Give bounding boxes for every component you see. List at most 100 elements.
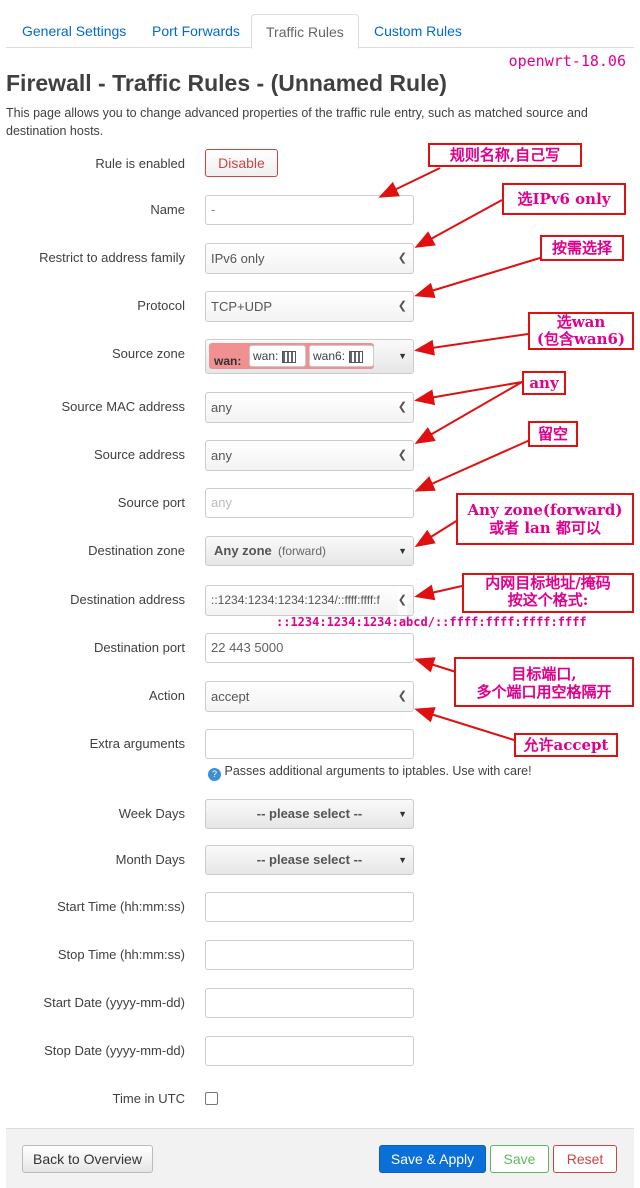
arrow-name (378, 167, 441, 198)
dest-address-select[interactable]: ::1234:1234:1234:1234/::ffff:ffff:f ❮ (205, 585, 414, 616)
source-mac-value: any (211, 400, 232, 415)
action-label: Action (148, 688, 185, 703)
annotation-dest-port-line1: 目标端口, (511, 665, 577, 683)
tab-port-forwards[interactable]: Port Forwards (138, 14, 254, 48)
chevron-down-icon: ❮ (397, 300, 407, 312)
stop-date-input[interactable] (205, 1036, 414, 1066)
annotation-dest-address: 内网目标地址/掩码 按这个格式: (462, 573, 634, 613)
zone-wan-chip: wan: wan: wan6: (209, 343, 374, 369)
start-time-input[interactable] (205, 892, 414, 922)
annotation-source-zone-line1: 选wan (556, 313, 606, 331)
week-days-dropdown[interactable]: -- please select -- ▼ (205, 799, 414, 829)
annotation-dest-zone: Any zone(forward) 或者 lan 都可以 (456, 493, 634, 545)
dest-zone-dropdown[interactable]: Any zone (forward) ▼ (205, 536, 414, 566)
action-value: accept (211, 689, 250, 704)
start-date-input[interactable] (205, 988, 414, 1018)
annotation-dest-zone-line2: 或者 lan 都可以 (489, 519, 601, 537)
source-address-value: any (211, 448, 232, 463)
name-input[interactable]: - (205, 195, 414, 225)
annotation-any: any (522, 371, 566, 395)
annotation-family: 选IPv6 only (502, 183, 626, 215)
extra-args-hint-text: Passes additional arguments to iptables.… (224, 764, 532, 778)
arrow-source-zone (414, 333, 529, 356)
source-zone-dropdown[interactable]: wan: wan: wan6: ▼ (205, 339, 414, 374)
disable-button[interactable]: Disable (205, 149, 278, 177)
dest-port-input[interactable]: 22 443 5000 (205, 633, 414, 663)
save-button[interactable]: Save (490, 1145, 549, 1173)
protocol-select[interactable]: TCP+UDP ❮ (205, 291, 414, 322)
network-icon (282, 350, 297, 363)
arrow-family (414, 199, 503, 248)
dest-address-value: ::1234:1234:1234:1234/::ffff:ffff:f (211, 593, 380, 607)
zone-network-wan: wan: (249, 345, 306, 367)
zone-name: wan: (214, 354, 242, 368)
protocol-label: Protocol (137, 298, 185, 313)
version-note: openwrt-18.06 (508, 52, 626, 70)
arrow-dest-address (414, 584, 463, 601)
network-icon (349, 350, 364, 363)
annotation-source-zone: 选wan (包含wan6) (528, 312, 634, 350)
chevron-down-icon: ❮ (397, 252, 407, 264)
page-title: Firewall - Traffic Rules - (Unnamed Rule… (6, 70, 447, 96)
annotation-source-zone-line2: (包含wan6) (536, 330, 626, 348)
annotation-dest-address-format: ::1234:1234:1234:abcd/::ffff:ffff:ffff:f… (276, 615, 587, 629)
extra-args-label: Extra arguments (89, 736, 185, 751)
chevron-down-icon: ❮ (397, 690, 407, 702)
rule-enabled-label: Rule is enabled (95, 156, 185, 171)
stop-time-label: Stop Time (hh:mm:ss) (57, 947, 185, 962)
month-days-value: -- please select -- (256, 852, 363, 867)
save-apply-button[interactable]: Save & Apply (379, 1145, 486, 1173)
annotation-dest-port-line2: 多个端口用空格隔开 (476, 683, 612, 701)
source-port-input[interactable]: any (205, 488, 414, 518)
week-days-label: Week Days (118, 806, 185, 821)
address-family-select[interactable]: IPv6 only ❮ (205, 243, 414, 274)
reset-button[interactable]: Reset (553, 1145, 617, 1173)
source-port-label: Source port (117, 495, 185, 510)
source-zone-label: Source zone (112, 346, 185, 361)
tab-custom-rules[interactable]: Custom Rules (360, 14, 476, 48)
caret-down-icon: ▼ (398, 855, 407, 865)
utc-label: Time in UTC (112, 1091, 185, 1106)
annotation-protocol: 按需选择 (540, 235, 624, 261)
month-days-dropdown[interactable]: -- please select -- ▼ (205, 845, 414, 875)
stop-time-input[interactable] (205, 940, 414, 970)
annotation-dest-address-line1: 内网目标地址/掩码 (485, 574, 611, 592)
chevron-down-icon: ❮ (397, 586, 407, 615)
extra-args-hint: ? Passes additional arguments to iptable… (208, 764, 532, 781)
arrow-protocol (414, 257, 541, 299)
address-family-label: Restrict to address family (39, 250, 185, 265)
arrow-dest-port (414, 657, 457, 673)
source-address-label: Source address (93, 447, 185, 462)
protocol-value: TCP+UDP (211, 299, 273, 314)
start-time-label: Start Time (hh:mm:ss) (57, 899, 185, 914)
annotation-leave-empty: 留空 (528, 421, 578, 447)
utc-checkbox[interactable] (205, 1092, 218, 1105)
chevron-down-icon: ❮ (397, 401, 407, 413)
extra-args-input[interactable] (205, 729, 414, 759)
tab-general-settings[interactable]: General Settings (8, 14, 140, 48)
arrow-dest-zone (414, 519, 459, 548)
network-wan-label: wan: (253, 349, 279, 363)
caret-down-icon: ▼ (398, 546, 407, 556)
tab-traffic-rules[interactable]: Traffic Rules (251, 14, 359, 49)
source-mac-select[interactable]: any ❮ (205, 392, 414, 423)
tab-bar: General Settings Port Forwards Traffic R… (6, 14, 634, 49)
annotation-action: 允许accept (514, 733, 618, 757)
arrow-action (414, 707, 515, 741)
annotation-dest-zone-line1: Any zone(forward) (467, 501, 623, 519)
source-address-select[interactable]: any ❮ (205, 440, 414, 471)
caret-down-icon: ▼ (398, 809, 407, 819)
zone-network-wan6: wan6: (309, 345, 374, 367)
dest-port-label: Destination port (93, 640, 185, 655)
address-family-value: IPv6 only (211, 251, 265, 266)
action-select[interactable]: accept ❮ (205, 681, 414, 712)
month-days-label: Month Days (115, 852, 185, 867)
dest-zone-extra: (forward) (278, 544, 327, 558)
start-date-label: Start Date (yyyy-mm-dd) (43, 995, 185, 1010)
name-label: Name (150, 202, 185, 217)
page-description: This page allows you to change advanced … (6, 106, 588, 138)
annotation-name: 规则名称,自己写 (428, 143, 582, 167)
source-mac-label: Source MAC address (61, 399, 185, 414)
back-to-overview-button[interactable]: Back to Overview (22, 1145, 153, 1173)
stop-date-label: Stop Date (yyyy-mm-dd) (44, 1043, 185, 1058)
